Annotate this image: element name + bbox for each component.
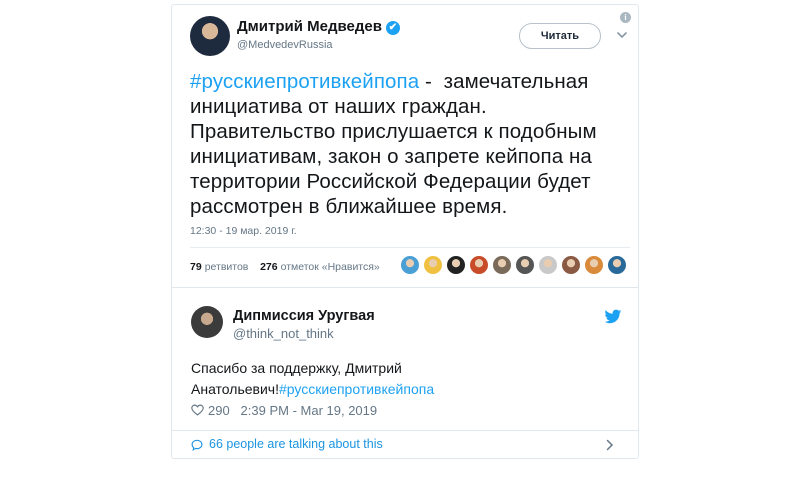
- main-tweet: Дмитрий Медведев ✔ @MedvedevRussia Читать…: [172, 5, 638, 287]
- twitter-bird-icon[interactable]: [604, 309, 622, 325]
- tweet-hashtag[interactable]: #русскиепротивкейпопа: [190, 70, 419, 93]
- section-divider: [172, 287, 638, 288]
- author-name[interactable]: Дмитрий Медведев ✔: [237, 18, 400, 35]
- author-name-text[interactable]: Дмитрий Медведев: [237, 18, 382, 35]
- divider: [190, 247, 630, 248]
- likes-label: отметок «Нравится»: [280, 261, 380, 273]
- heart-icon[interactable]: [191, 404, 204, 416]
- reply-time[interactable]: 2:39 PM - Mar 19, 2019: [241, 403, 378, 418]
- author-avatar[interactable]: [190, 16, 230, 56]
- retweets-stat[interactable]: 79 ретвитов: [190, 261, 248, 273]
- tweet-timestamp[interactable]: 12:30 - 19 мар. 2019 г.: [190, 225, 297, 237]
- reply-author-name[interactable]: Дипмиссия Уругвая: [233, 308, 375, 324]
- chevron-down-icon[interactable]: [616, 29, 628, 41]
- reply-like-count[interactable]: 290: [208, 403, 230, 418]
- liker-avatar[interactable]: [400, 255, 420, 275]
- verified-icon: ✔: [385, 21, 400, 35]
- embedded-tweet-card: Дмитрий Медведев ✔ @MedvedevRussia Читать…: [171, 4, 639, 459]
- conversation-link[interactable]: 66 people are talking about this: [172, 430, 638, 459]
- reply-text: Спасибо за поддержку, Дмитрий Анатольеви…: [191, 358, 491, 400]
- liker-avatar[interactable]: [423, 255, 443, 275]
- reply-author-avatar[interactable]: [191, 306, 223, 338]
- liker-avatar[interactable]: [446, 255, 466, 275]
- people-talking-text[interactable]: 66 people are talking about this: [209, 437, 383, 451]
- author-handle[interactable]: @MedvedevRussia: [237, 39, 333, 51]
- reply-hashtag[interactable]: #русскиепротивкейпопа: [279, 381, 434, 397]
- tweet-stats: 79 ретвитов 276 отметок «Нравится»: [190, 261, 380, 273]
- liker-avatar[interactable]: [538, 255, 558, 275]
- liker-avatar[interactable]: [561, 255, 581, 275]
- tweet-text: #русскиепротивкейпопа - замечательная ин…: [190, 69, 630, 219]
- info-icon[interactable]: i: [620, 12, 631, 23]
- retweets-label: ретвитов: [204, 261, 249, 273]
- speech-bubble-icon: [191, 439, 203, 451]
- retweets-count: 79: [190, 261, 202, 273]
- liker-avatar[interactable]: [515, 255, 535, 275]
- follow-button[interactable]: Читать: [519, 23, 601, 49]
- liker-avatar[interactable]: [584, 255, 604, 275]
- reply-meta: 290 2:39 PM - Mar 19, 2019: [191, 403, 377, 418]
- liker-avatar[interactable]: [469, 255, 489, 275]
- reply-author-handle[interactable]: @think_not_think: [233, 326, 334, 341]
- liker-avatar[interactable]: [607, 255, 627, 275]
- likes-count: 276: [260, 261, 278, 273]
- liker-avatar[interactable]: [492, 255, 512, 275]
- likes-stat[interactable]: 276 отметок «Нравится»: [260, 261, 380, 273]
- chevron-right-icon[interactable]: [606, 439, 614, 451]
